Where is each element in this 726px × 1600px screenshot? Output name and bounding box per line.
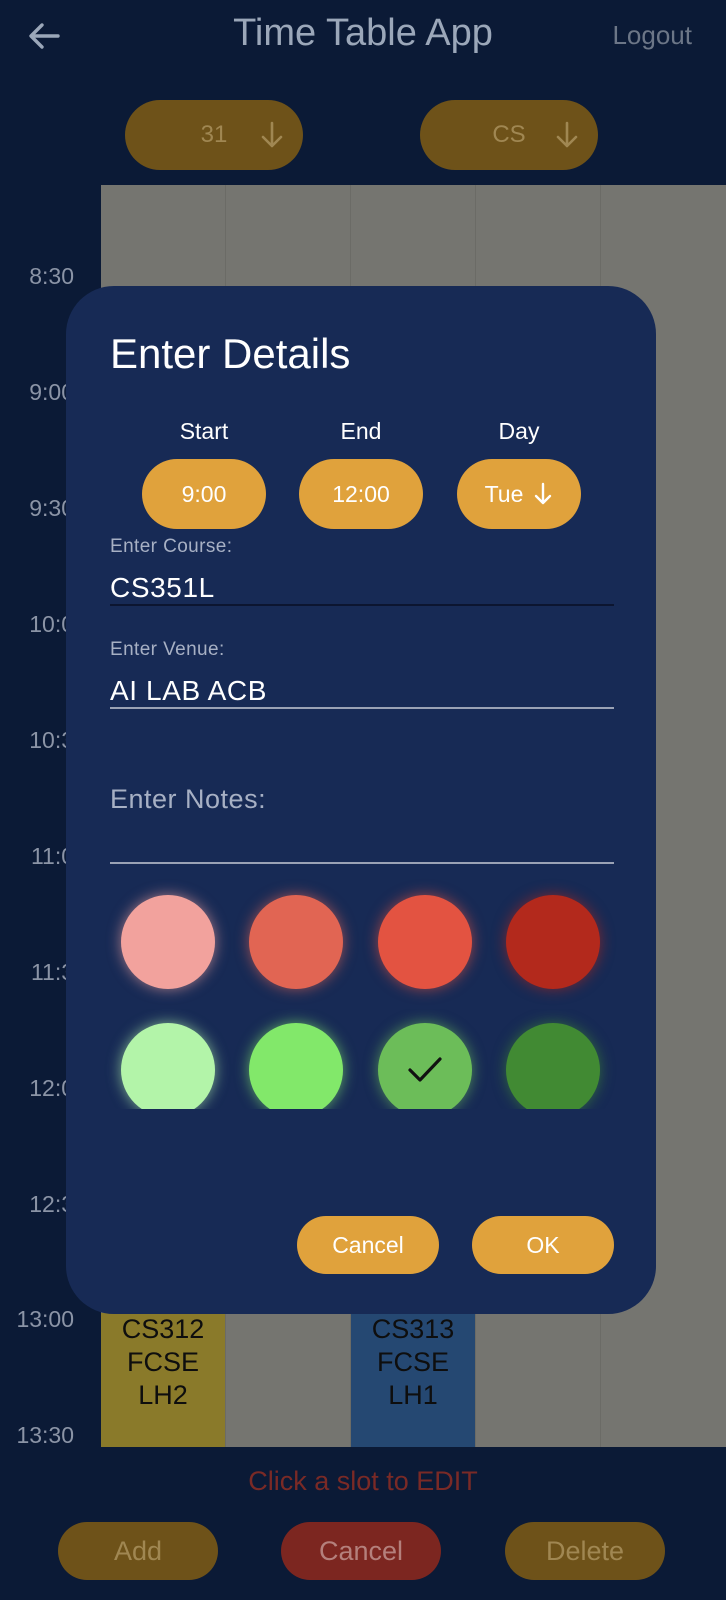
color-swatch[interactable] <box>249 895 343 989</box>
venue-field[interactable]: Enter Venue: AI LAB ACB <box>110 639 614 709</box>
field-underline <box>110 707 614 709</box>
color-swatch[interactable] <box>121 895 215 989</box>
day-dropdown[interactable]: Tue <box>457 459 581 529</box>
color-swatch[interactable] <box>506 1023 600 1109</box>
end-time-button[interactable]: 12:00 <box>299 459 423 529</box>
course-field-label: Enter Course: <box>110 536 233 557</box>
end-label: End <box>340 418 382 444</box>
swatch-row-clip <box>66 1009 656 1109</box>
color-swatch[interactable] <box>121 1023 215 1109</box>
course-field[interactable]: Enter Course: CS351L <box>110 536 614 606</box>
enter-details-dialog: Enter Details Start End Day 9:00 12:00 T… <box>66 286 656 1314</box>
start-time-button[interactable]: 9:00 <box>142 459 266 529</box>
color-swatch-selected[interactable] <box>378 1023 472 1109</box>
notes-input[interactable]: Enter Notes: <box>110 784 266 815</box>
field-underline <box>110 604 614 606</box>
color-swatch[interactable] <box>506 895 600 989</box>
dialog-cancel-button[interactable]: Cancel <box>297 1216 439 1274</box>
day-value: Tue <box>484 480 524 507</box>
dialog-ok-button[interactable]: OK <box>472 1216 614 1274</box>
day-label: Day <box>498 418 540 444</box>
start-label: Start <box>179 418 229 444</box>
field-underline <box>110 862 614 864</box>
checkmark-icon <box>408 1057 442 1082</box>
dialog-title: Enter Details <box>110 330 351 377</box>
color-swatch[interactable] <box>249 1023 343 1109</box>
venue-field-label: Enter Venue: <box>110 639 225 660</box>
venue-input[interactable]: AI LAB ACB <box>110 675 614 707</box>
course-input[interactable]: CS351L <box>110 572 614 604</box>
arrow-down-icon <box>535 482 552 505</box>
color-swatch[interactable] <box>378 895 472 989</box>
